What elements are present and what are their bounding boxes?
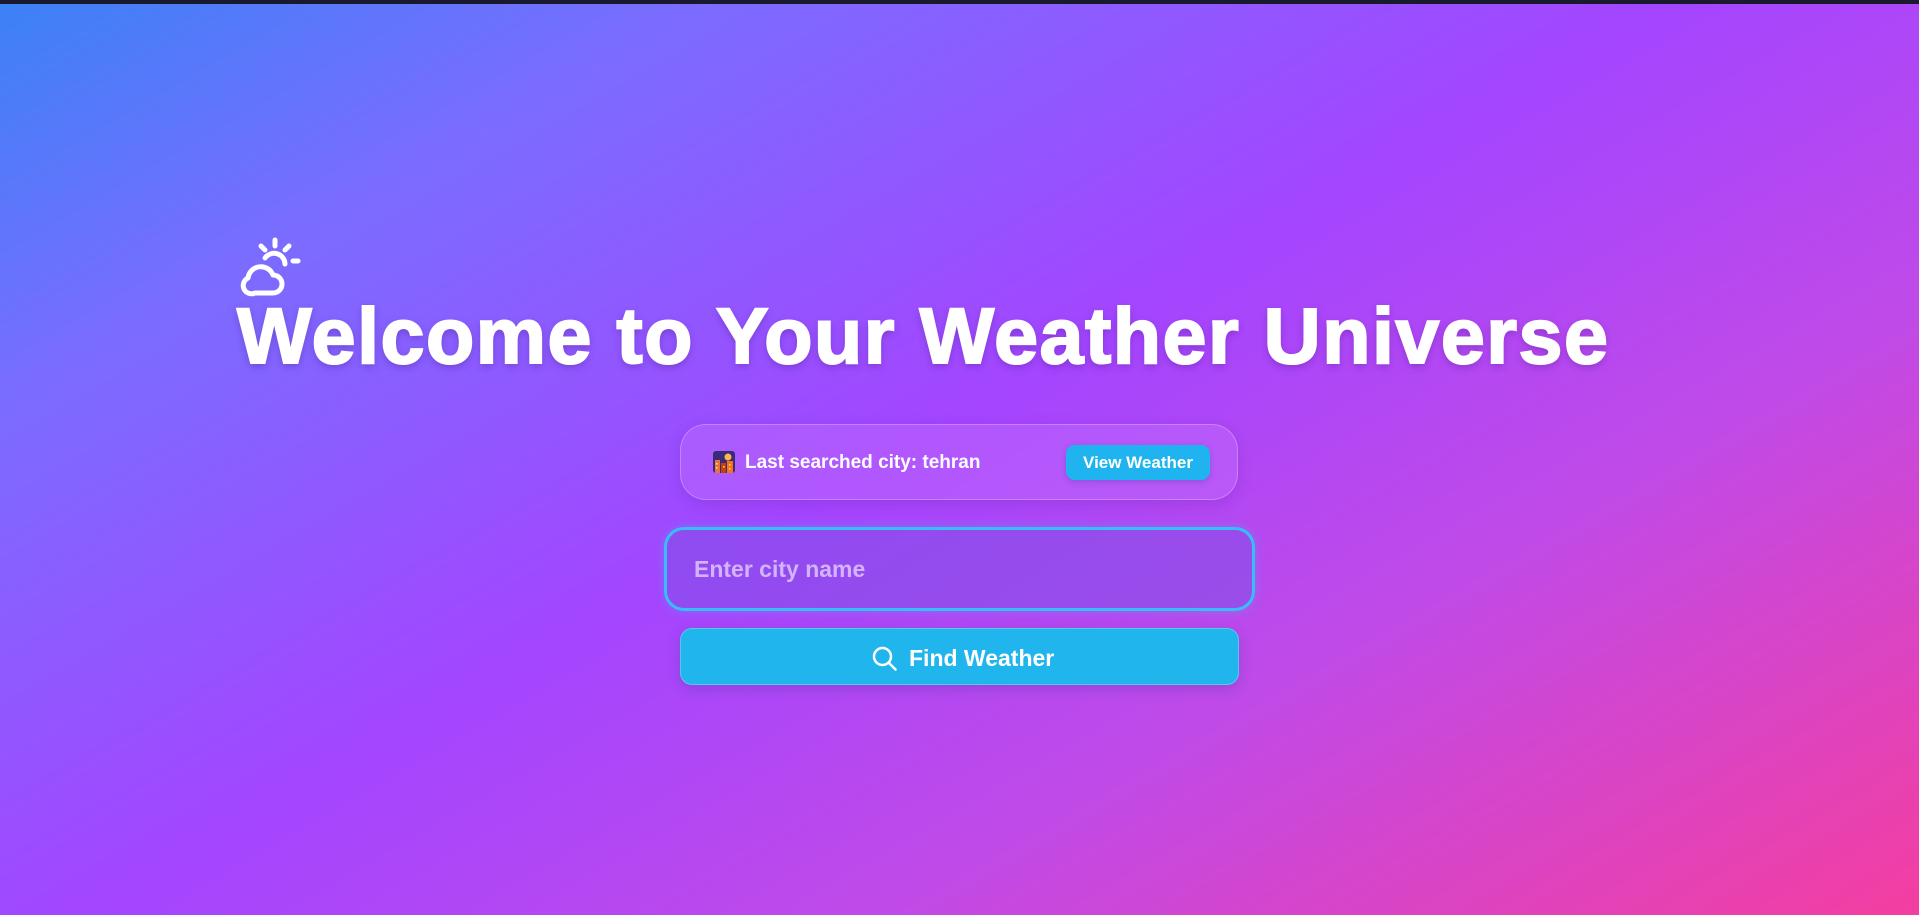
last-searched-city-text: Last searched city: tehran (745, 452, 981, 473)
view-weather-button[interactable]: View Weather (1066, 445, 1210, 480)
search-icon (871, 645, 898, 672)
last-search-card: Last searched city: tehran View Weather (680, 424, 1238, 500)
find-weather-label: Find Weather (909, 645, 1055, 671)
find-weather-button[interactable]: Find Weather (680, 628, 1239, 685)
top-edge-bar (0, 0, 1919, 4)
city-night-icon (713, 451, 735, 473)
page-title: Welcome to Your Weather Universe (236, 291, 1610, 380)
city-search-input[interactable] (664, 527, 1255, 611)
